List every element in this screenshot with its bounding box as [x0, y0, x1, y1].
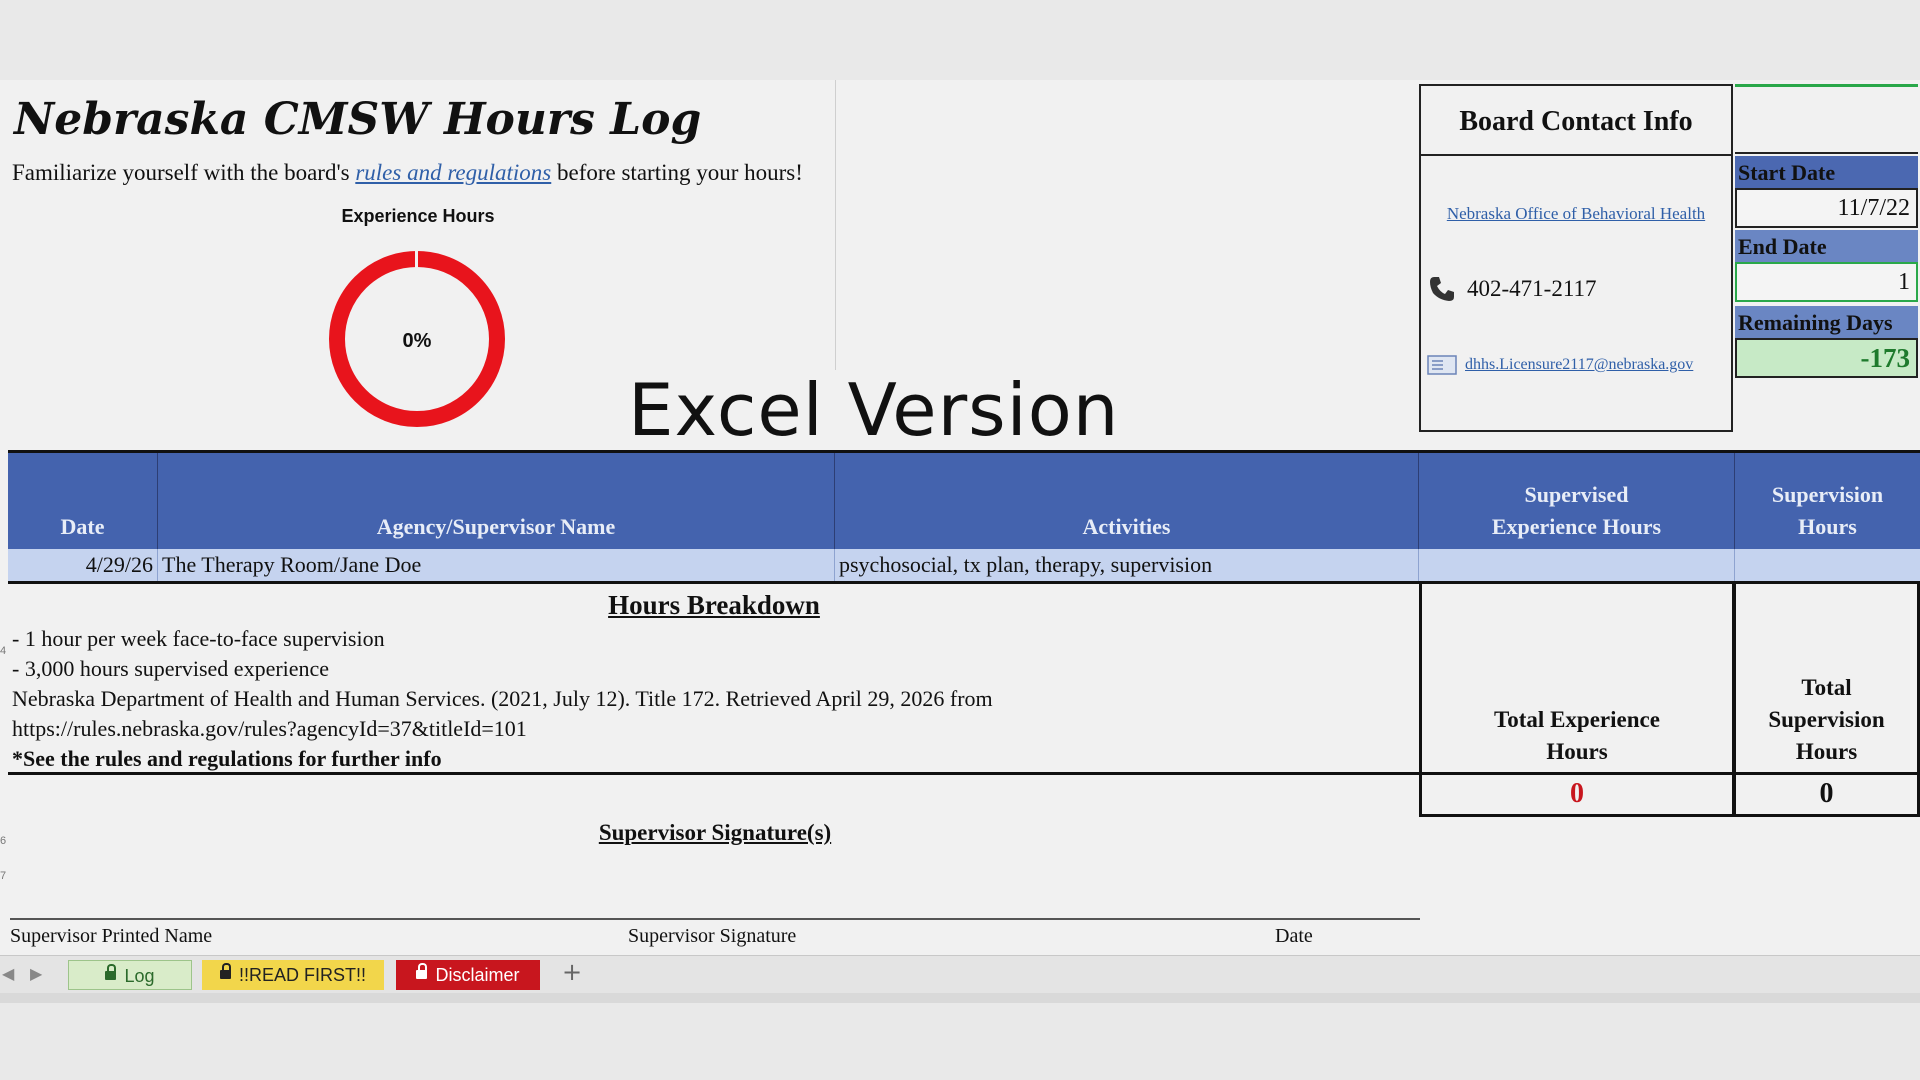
intro-prefix: Familiarize yourself with the board's — [12, 160, 356, 185]
spreadsheet-grid[interactable]: Nebraska CMSW Hours Log Familiarize your… — [0, 80, 1920, 955]
end-date-input[interactable]: 1 — [1735, 262, 1918, 302]
lock-icon — [219, 962, 231, 979]
gauge-title: Experience Hours — [341, 206, 495, 226]
email-link[interactable]: dhhs.Licensure2117@nebraska.gov — [1465, 356, 1693, 374]
breakdown-line: - 1 hour per week face-to-face supervisi… — [12, 626, 385, 651]
email-row: dhhs.Licensure2117@nebraska.gov — [1427, 354, 1693, 376]
intro-suffix: before starting your hours! — [551, 160, 803, 185]
intro-text: Familiarize yourself with the board's ru… — [12, 160, 803, 186]
status-bar — [0, 993, 1920, 1003]
tab-label: Disclaimer — [435, 965, 520, 985]
start-date-value[interactable]: 11/7/22 — [1735, 188, 1918, 228]
remaining-days-value: -173 — [1735, 338, 1918, 378]
breakdown-url: https://rules.nebraska.gov/rules?agencyI… — [12, 716, 527, 741]
tab-label: Log — [124, 966, 155, 986]
table-header: Date Agency/Supervisor Name Activities S… — [8, 450, 1920, 549]
total-experience-label: Total Experience Hours — [1419, 581, 1735, 775]
cell-date[interactable]: 4/29/26 — [8, 549, 158, 581]
tab-log[interactable]: Log — [68, 960, 192, 990]
add-sheet-icon[interactable]: + — [562, 958, 582, 986]
page-title: Nebraska CMSW Hours Log — [14, 94, 702, 145]
phone-row: 402-471-2117 — [1427, 274, 1596, 304]
phone-number: 402-471-2117 — [1467, 276, 1597, 301]
cell-agency[interactable]: The Therapy Room/Jane Doe — [158, 549, 835, 581]
supervisor-signature-label: Supervisor Signature — [628, 925, 797, 947]
cell-exp-hours[interactable] — [1419, 549, 1735, 581]
signature-date-label: Date — [1275, 925, 1313, 947]
col-header-sup-hours[interactable]: Supervision Hours — [1735, 453, 1920, 549]
contact-info-box: Board Contact Info Nebraska Office of Be… — [1419, 84, 1733, 432]
row-number: 4 — [0, 645, 7, 657]
ring-start-gap — [415, 250, 418, 272]
tab-label: !!READ FIRST!! — [238, 965, 366, 985]
tab-disclaimer[interactable]: Disclaimer — [396, 960, 540, 990]
excel-version-watermark: Excel Version — [628, 368, 1120, 452]
cell-sup-hours[interactable] — [1735, 549, 1920, 581]
start-date-label: Start Date — [1735, 156, 1918, 188]
sheet-tab-bar: ◀ ▶ Log !!READ FIRST!! Disclaimer + — [0, 955, 1920, 994]
row-number: 7 — [0, 870, 7, 882]
breakdown-title: Hours Breakdown — [608, 590, 820, 620]
breakdown-citation: Nebraska Department of Health and Human … — [12, 686, 993, 711]
col-header-agency[interactable]: Agency/Supervisor Name — [158, 453, 835, 549]
office-link[interactable]: Nebraska Office of Behavioral Health — [1421, 204, 1731, 224]
hours-breakdown: Hours Breakdown - 1 hour per week face-t… — [8, 581, 1420, 775]
row-number: 6 — [0, 835, 7, 847]
total-supervision-label: Total Supervision Hours — [1733, 581, 1920, 775]
lock-icon — [105, 963, 117, 980]
total-supervision-value: 0 — [1733, 775, 1920, 817]
gridline — [835, 80, 836, 370]
table-row[interactable]: 4/29/26 The Therapy Room/Jane Doe psycho… — [8, 549, 1920, 581]
breakdown-note: *See the rules and regulations for furth… — [12, 746, 442, 771]
signature-line — [10, 918, 1420, 920]
end-date-label: End Date — [1735, 230, 1918, 262]
selected-cell-top[interactable] — [1735, 84, 1918, 154]
contact-heading: Board Contact Info — [1421, 86, 1731, 156]
email-icon — [1427, 355, 1457, 375]
total-experience-value: 0 — [1419, 775, 1735, 817]
breakdown-line: - 3,000 hours supervised experience — [12, 656, 330, 681]
cell-activities[interactable]: psychosocial, tx plan, therapy, supervis… — [835, 549, 1419, 581]
col-header-exp-hours[interactable]: Supervised Experience Hours — [1419, 453, 1735, 549]
experience-progress-ring: 0% — [329, 250, 505, 427]
phone-icon — [1430, 277, 1454, 301]
prev-sheet-icon[interactable]: ◀ — [2, 964, 14, 983]
col-header-date[interactable]: Date — [8, 453, 158, 549]
gauge-percent: 0% — [403, 330, 432, 352]
next-sheet-icon[interactable]: ▶ — [30, 964, 42, 983]
remaining-days-label: Remaining Days — [1735, 306, 1918, 338]
tab-read-first[interactable]: !!READ FIRST!! — [202, 960, 384, 990]
printed-name-label: Supervisor Printed Name — [10, 925, 213, 947]
signature-title: Supervisor Signature(s) — [598, 820, 832, 845]
rules-link[interactable]: rules and regulations — [355, 160, 551, 185]
col-header-activities[interactable]: Activities — [835, 453, 1419, 549]
lock-icon — [416, 962, 428, 979]
